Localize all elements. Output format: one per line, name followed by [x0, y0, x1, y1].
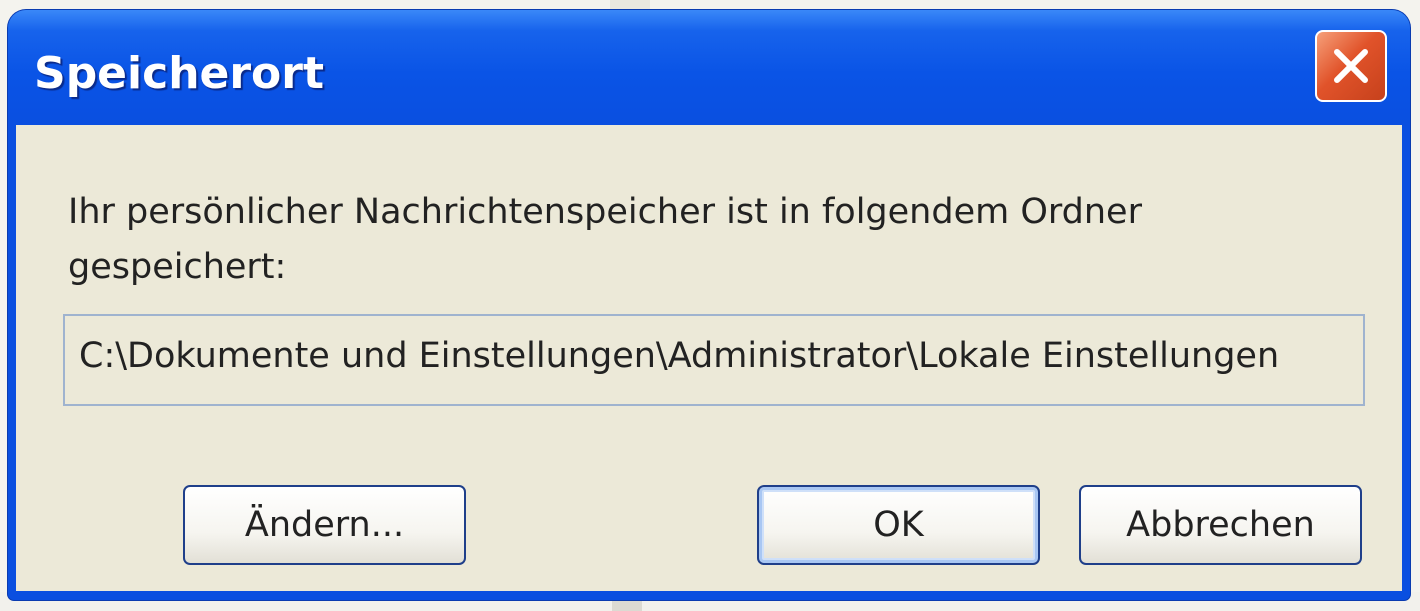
close-icon — [1334, 49, 1368, 83]
dialog-body: Ihr persönlicher Nachrichtenspeicher ist… — [16, 125, 1402, 591]
change-button[interactable]: Ändern... — [183, 485, 466, 565]
cancel-button[interactable]: Abbrechen — [1079, 485, 1362, 565]
close-button[interactable] — [1315, 30, 1387, 102]
dialog-title: Speicherort — [34, 48, 325, 99]
storage-location-dialog: Speicherort Ihr persönlicher Nachrichten… — [8, 10, 1410, 600]
title-bar[interactable]: Speicherort — [8, 10, 1410, 125]
storage-path-value: C:\Dokumente und Einstellungen\Administr… — [79, 336, 1280, 376]
storage-path-field[interactable]: C:\Dokumente und Einstellungen\Administr… — [63, 314, 1365, 406]
message-text: Ihr persönlicher Nachrichtenspeicher ist… — [68, 192, 1142, 287]
ok-button[interactable]: OK — [757, 485, 1040, 565]
